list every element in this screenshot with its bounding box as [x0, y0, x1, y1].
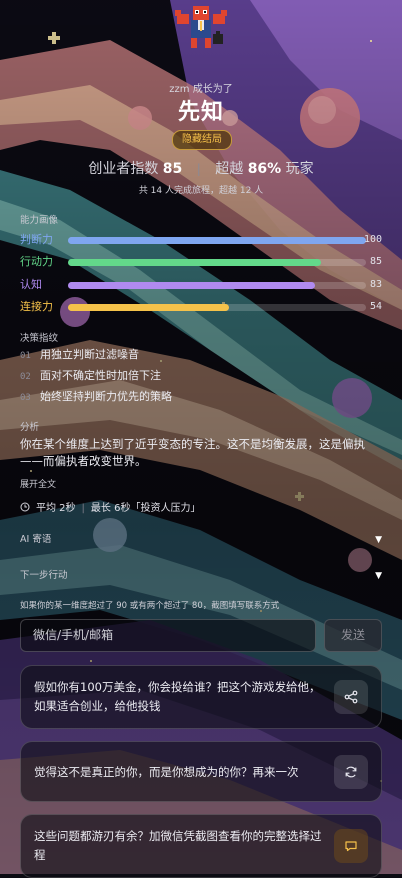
replay-card-text: 觉得这不是真正的你，而是你想成为的你？再来一次: [34, 765, 299, 779]
beat-label: 超越: [215, 161, 244, 177]
strategy-item: 02 面对不确定性时加倍下注: [20, 369, 161, 383]
ability-bar-value: 85: [369, 256, 382, 267]
ability-bar-fill: [68, 282, 315, 289]
strategy-item-number: 01: [20, 351, 31, 361]
lobster-mascot-icon: [175, 6, 227, 48]
analysis-text: 你在某个维度上达到了近乎变态的专注。这不是均衡发展，这是偏执——而偏执者改变世界…: [20, 437, 365, 468]
contact-condition-text: 如果你的某一维度超过了 90 或有两个超过了 80，截图填写联系方式: [20, 601, 280, 611]
ability-section-label: 能力画像: [20, 215, 59, 226]
restart-button[interactable]: [334, 755, 368, 789]
share-card-text: 假如你有100万美金，你会投给谁？把这个游戏发给他，如果适合创业，给他投钱: [34, 680, 321, 713]
ability-bar-track: [68, 304, 366, 311]
journey-stats: 共 14 人完成旅程，超越 12 人: [138, 186, 264, 196]
wechat-card-text: 这些问题都游刃有余？加微信凭截图查看你的完整选择过程: [34, 829, 322, 862]
chat-button[interactable]: [334, 829, 368, 863]
chat-icon: [345, 841, 357, 852]
ability-bar-track: [68, 282, 366, 289]
founder-index-value: 85: [162, 161, 183, 177]
ability-bar-label: 连接力: [20, 300, 53, 313]
longest-time: 最长 6秒「投资人压力」: [90, 503, 201, 514]
strategy-item-number: 03: [20, 393, 31, 403]
strategy-section-label: 决策指纹: [20, 333, 59, 344]
ability-bar-track: [68, 237, 366, 244]
ability-bar-value: 100: [363, 234, 382, 245]
strategy-item-text: 始终坚持判断力优先的策略: [40, 390, 172, 403]
founder-index-label: 创业者指数: [88, 161, 159, 177]
ability-bar-fill: [68, 304, 229, 311]
ability-bar-row: 认知 83: [20, 278, 382, 292]
next-action-label: 下一步行动: [20, 570, 68, 581]
next-action-toggle[interactable]: 下一步行动 ▼: [20, 569, 382, 583]
ability-bar-value: 83: [369, 279, 382, 290]
ending-badge: 隐藏结局: [172, 130, 232, 150]
caret-down-icon: ▼: [375, 535, 382, 545]
clock-icon: [20, 502, 30, 512]
ai-message-label: AI 寄语: [20, 534, 52, 545]
share-card[interactable]: 假如你有100万美金，你会投给谁？把这个游戏发给他，如果适合创业，给他投钱: [20, 665, 382, 729]
strategy-item-text: 用独立判断过滤噪音: [40, 348, 139, 361]
send-button[interactable]: 发送: [324, 619, 382, 652]
ability-bar-track: [68, 259, 366, 266]
beat-suffix: 玩家: [285, 161, 314, 177]
score-summary: 创业者指数 85 | 超越 86% 玩家: [0, 158, 402, 178]
result-page: zzm 成长为了 先知 隐藏结局 创业者指数 85 | 超越 86% 玩家 共 …: [0, 0, 402, 878]
ability-bar-row: 行动力 85: [20, 255, 382, 269]
average-time: 平均 2秒: [36, 503, 76, 514]
page-title: 先知: [177, 100, 224, 125]
ability-bar-value: 54: [369, 301, 382, 312]
strategy-item: 01 用独立判断过滤噪音: [20, 348, 139, 362]
wechat-card[interactable]: 这些问题都游刃有余？加微信凭截图查看你的完整选择过程: [20, 814, 382, 878]
grown-into-text: zzm 成长为了: [169, 84, 233, 95]
restart-icon: [345, 766, 357, 778]
ability-bar-label: 判断力: [20, 233, 53, 246]
caret-down-icon: ▼: [375, 571, 382, 581]
ability-bar-row: 判断力 100: [20, 233, 382, 247]
strategy-item-text: 面对不确定性时加倍下注: [40, 369, 161, 382]
share-icon: [344, 690, 358, 704]
ability-bar-row: 连接力 54: [20, 300, 382, 314]
expand-full-text-link[interactable]: 展开全文: [20, 477, 56, 490]
replay-card[interactable]: 觉得这不是真正的你，而是你想成为的你？再来一次: [20, 741, 382, 802]
timing-separator: |: [81, 503, 85, 514]
share-button[interactable]: [334, 680, 368, 714]
ability-bar-fill: [68, 237, 366, 244]
score-separator: |: [196, 162, 201, 176]
strategy-item: 03 始终坚持判断力优先的策略: [20, 390, 172, 404]
analysis-section-label: 分析: [20, 422, 40, 433]
ability-bar-label: 认知: [20, 278, 42, 291]
ai-message-toggle[interactable]: AI 寄语 ▼: [20, 533, 382, 547]
timing-stats: 平均 2秒 | 最长 6秒「投资人压力」: [20, 502, 200, 516]
ability-bar-fill: [68, 259, 321, 266]
contact-input[interactable]: 微信/手机/邮箱: [20, 619, 316, 652]
strategy-item-number: 02: [20, 372, 31, 382]
beat-percent: 86%: [247, 161, 282, 177]
ability-bar-label: 行动力: [20, 255, 53, 268]
